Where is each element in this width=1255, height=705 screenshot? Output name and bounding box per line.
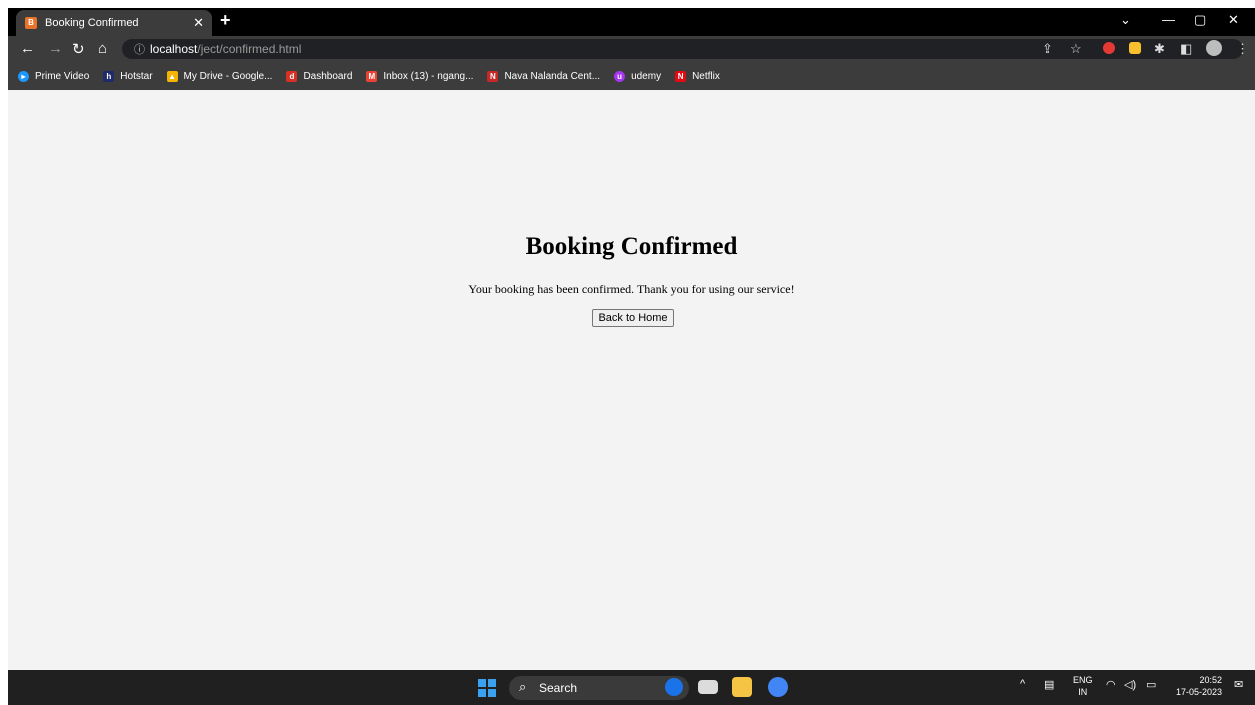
- nava-nalanda-icon: N: [487, 71, 499, 82]
- bookmark-netflix[interactable]: N Netflix: [675, 71, 720, 82]
- bookmark-my-drive[interactable]: ▲ My Drive - Google...: [166, 71, 273, 82]
- taskbar-search[interactable]: ⌕ Search: [509, 676, 689, 700]
- browser-tab[interactable]: B Booking Confirmed ✕: [16, 10, 212, 36]
- tab-title: Booking Confirmed: [45, 17, 139, 29]
- bookmark-prime-video[interactable]: ▸ Prime Video: [18, 71, 89, 82]
- url-text[interactable]: localhost/ject/confirmed.html: [150, 42, 301, 56]
- volume-icon[interactable]: ◁): [1124, 678, 1136, 691]
- bookmark-dashboard[interactable]: d Dashboard: [286, 71, 352, 82]
- battery-icon[interactable]: ▭: [1146, 678, 1156, 691]
- share-icon[interactable]: ⇪: [1042, 41, 1053, 57]
- profile-avatar-icon[interactable]: [1206, 40, 1222, 56]
- netflix-icon: N: [675, 71, 687, 82]
- bing-icon[interactable]: [665, 678, 683, 696]
- confirmation-message: Your booking has been confirmed. Thank y…: [468, 282, 795, 296]
- bookmark-hotstar[interactable]: h Hotstar: [103, 71, 153, 82]
- back-to-home-button[interactable]: Back to Home: [592, 309, 674, 327]
- url-path: /ject/confirmed.html: [197, 42, 302, 56]
- language-indicator[interactable]: ENG IN: [1073, 674, 1093, 698]
- search-icon: ⌕: [519, 679, 527, 694]
- tab-search-icon[interactable]: ⌄: [1120, 12, 1131, 28]
- bookmark-label: Nava Nalanda Cent...: [504, 71, 601, 82]
- extension-icon[interactable]: [1103, 42, 1115, 54]
- browser-window: B Booking Confirmed ✕ + ⌄ — ▢ ✕ ← → ↻ ⌂ …: [8, 8, 1255, 705]
- close-window-button[interactable]: ✕: [1228, 12, 1239, 28]
- forward-icon[interactable]: →: [48, 40, 63, 57]
- bookmark-label: udemy: [631, 71, 662, 82]
- minimize-button[interactable]: —: [1162, 12, 1175, 27]
- title-bar: B Booking Confirmed ✕ + ⌄ — ▢ ✕: [8, 8, 1255, 36]
- bookmark-label: Inbox (13) - ngang...: [383, 71, 474, 82]
- bookmark-label: Netflix: [692, 71, 720, 82]
- home-icon[interactable]: ⌂: [98, 40, 107, 57]
- bookmark-label: Hotstar: [120, 71, 153, 82]
- udemy-icon: u: [614, 71, 626, 82]
- browser-toolbar: ← → ↻ ⌂ ⓘ localhost/ject/confirmed.html …: [8, 36, 1255, 63]
- clock[interactable]: 20:52 17-05-2023: [1170, 674, 1222, 698]
- page-title: Booking Confirmed: [525, 233, 738, 260]
- page-content: Booking Confirmed Your booking has been …: [8, 90, 1255, 670]
- tab-favicon-icon: B: [25, 17, 37, 29]
- bookmark-nava-nalanda[interactable]: N Nava Nalanda Cent...: [487, 71, 600, 82]
- wifi-icon[interactable]: ◠: [1106, 678, 1116, 691]
- reload-icon[interactable]: ↻: [72, 40, 85, 58]
- close-tab-icon[interactable]: ✕: [193, 15, 204, 31]
- notifications-icon[interactable]: ✉: [1234, 678, 1243, 691]
- search-label: Search: [539, 681, 578, 695]
- bookmark-udemy[interactable]: u udemy: [614, 71, 661, 82]
- clock-date: 17-05-2023: [1175, 687, 1222, 697]
- bookmark-label: Dashboard: [303, 71, 353, 82]
- prime-video-icon: ▸: [18, 71, 29, 82]
- bookmark-star-icon[interactable]: ☆: [1070, 41, 1082, 57]
- gmail-icon: M: [366, 71, 378, 82]
- chrome-icon[interactable]: [768, 677, 788, 697]
- extensions-puzzle-icon[interactable]: ✱: [1154, 41, 1165, 57]
- extension-icon[interactable]: [1129, 42, 1141, 54]
- dashboard-icon: d: [286, 71, 298, 82]
- back-icon[interactable]: ←: [20, 40, 35, 57]
- site-info-icon[interactable]: ⓘ: [134, 41, 145, 57]
- hotstar-icon: h: [103, 71, 115, 82]
- restore-button[interactable]: ▢: [1194, 12, 1206, 28]
- chevron-up-icon[interactable]: ^: [1020, 678, 1025, 690]
- bookmark-label: My Drive - Google...: [183, 71, 273, 82]
- menu-icon[interactable]: ⋮: [1236, 41, 1249, 57]
- clock-time: 20:52: [1199, 675, 1222, 685]
- google-drive-icon: ▲: [166, 71, 178, 82]
- windows-start-icon[interactable]: [478, 679, 496, 697]
- windows-taskbar: ⌕ Search ^ ▤ ENG IN ◠ ◁) ▭ 20:52 17-05-2…: [8, 670, 1255, 705]
- bookmark-inbox[interactable]: M Inbox (13) - ngang...: [366, 71, 473, 82]
- address-bar[interactable]: ⓘ localhost/ject/confirmed.html ⇪ ☆: [122, 39, 1243, 59]
- url-host: localhost: [150, 42, 198, 56]
- side-panel-icon[interactable]: ◧: [1180, 41, 1192, 57]
- bookmarks-bar: ▸ Prime Video h Hotstar ▲ My Drive - Google…: [8, 63, 1255, 90]
- tray-app-icon[interactable]: ▤: [1044, 678, 1054, 691]
- new-tab-button[interactable]: +: [220, 10, 231, 31]
- file-explorer-icon[interactable]: [732, 677, 752, 697]
- bookmark-label: Prime Video: [35, 71, 90, 82]
- task-view-icon[interactable]: [698, 680, 718, 694]
- lang-secondary: IN: [1078, 687, 1088, 697]
- lang-primary: ENG: [1073, 675, 1093, 685]
